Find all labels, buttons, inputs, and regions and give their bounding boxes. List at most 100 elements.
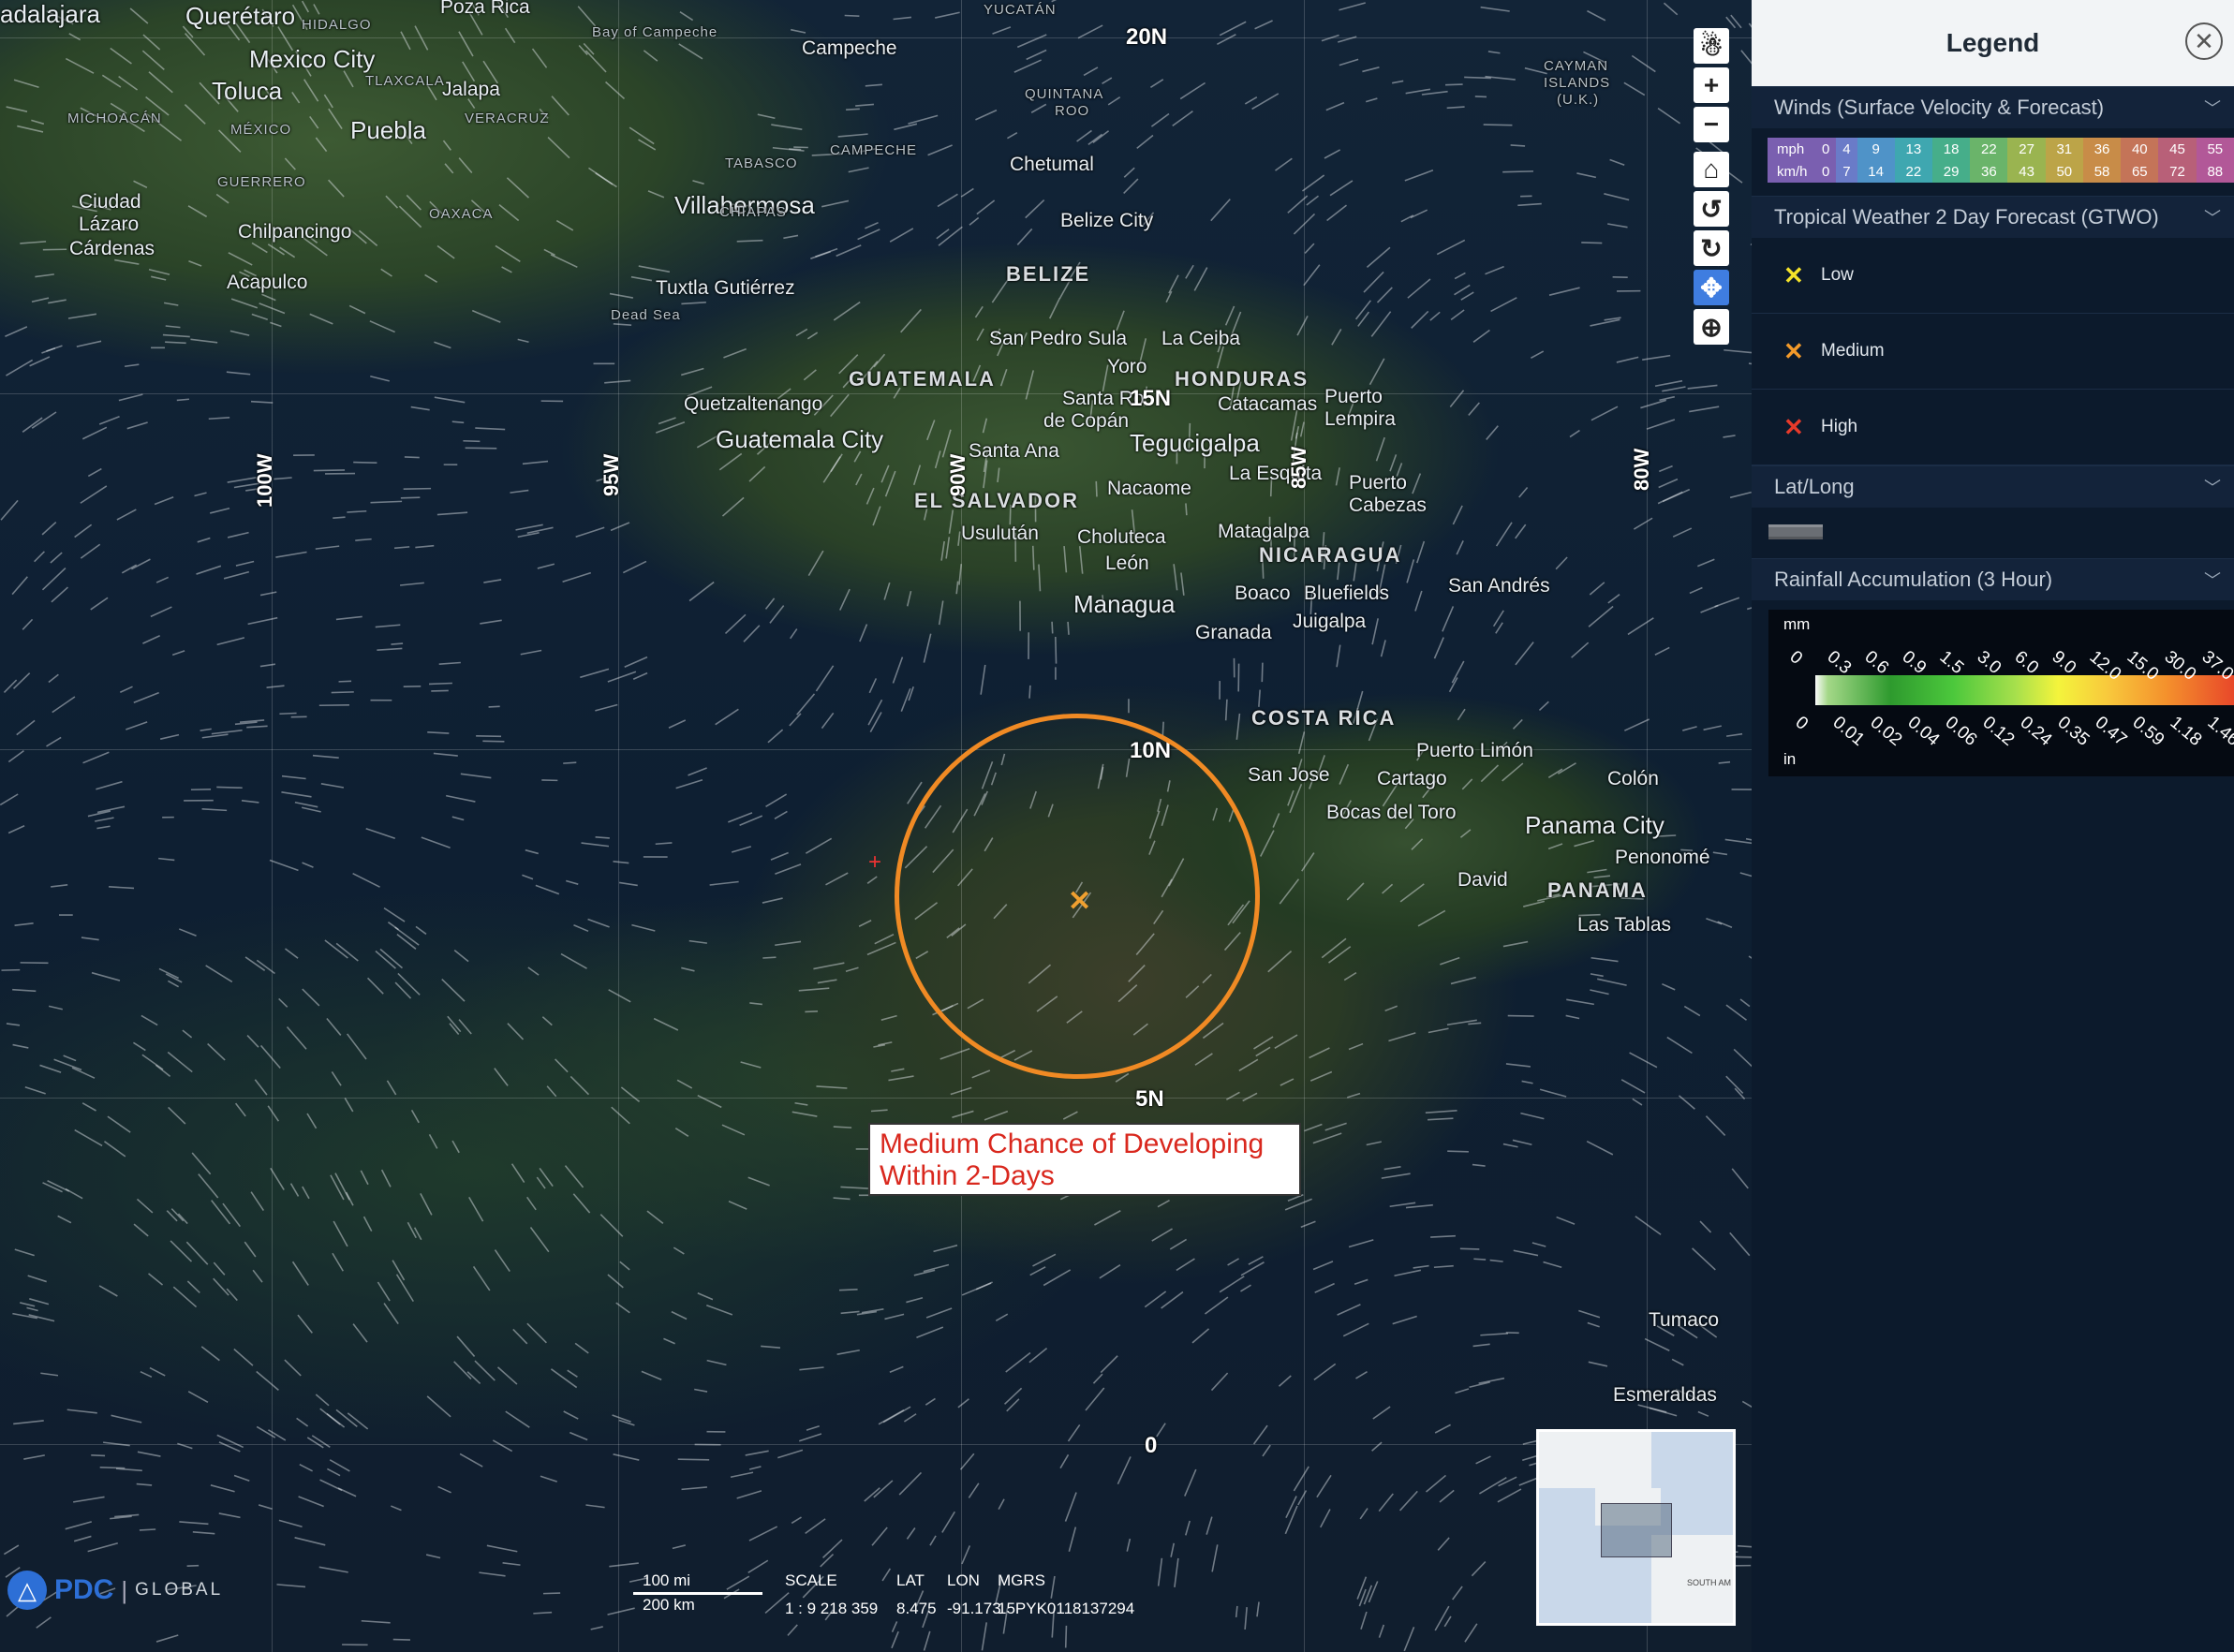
wind-streak [244,1241,257,1258]
wind-streak [261,293,276,302]
wind-streak [444,163,454,174]
wind-streak [436,244,455,259]
wind-streak [48,299,67,304]
wind-streak [309,115,319,129]
wind-streak [631,923,656,932]
wind-streak [0,793,19,806]
wind-streak [1578,1309,1601,1319]
wind-streak [1123,178,1139,194]
wind-streak [898,1471,923,1496]
wind-streak [900,308,922,333]
wind-streak [171,650,185,656]
wind-streak [526,526,554,535]
wind-streak [730,1471,754,1479]
wind-streak [908,114,939,125]
rotate-right-icon[interactable]: ↻ [1694,230,1729,266]
rainfall-section-header[interactable]: Rainfall Accumulation (3 Hour) ﹀ [1752,558,2234,600]
wind-streak [48,1005,63,1010]
wind-streak [1443,1615,1452,1628]
wind-streak [63,1055,77,1062]
mph-value: 45 [2158,138,2197,160]
wind-streak [301,0,310,13]
wind-streak [1381,1173,1411,1179]
wind-streak [705,1304,733,1316]
wind-streak [1227,1258,1239,1266]
wind-streak [65,57,95,74]
wind-streak [207,1042,226,1061]
wind-streak [179,1521,209,1526]
wind-streak [1030,103,1047,113]
pdc-logo-icon: △ [7,1571,47,1610]
wind-streak [168,980,180,988]
wind-streak [865,487,875,505]
wind-streak [613,861,629,864]
wind-streak [638,265,671,273]
rotate-left-icon[interactable]: ↺ [1694,191,1729,227]
medium-storm-marker-icon[interactable]: ✕ [1068,888,1091,916]
wind-streak [1457,708,1466,721]
zoom-in-icon[interactable]: + [1694,67,1729,103]
wind-streak [668,719,687,729]
wind-streak [1244,96,1258,105]
overview-minimap[interactable]: SOUTH AM [1536,1429,1736,1626]
wind-streak [878,1041,893,1046]
wind-streak [39,1064,62,1073]
zoom-out-icon[interactable]: − [1694,107,1729,142]
region-label: MÉXICO [230,122,292,138]
wind-streak [184,104,206,125]
wind-streak [1646,419,1676,430]
wind-streak [320,783,345,789]
wind-streak [540,1475,557,1482]
wind-streak [460,773,492,779]
wind-streak [241,800,259,804]
wind-streak [1068,1527,1077,1552]
wind-streak [1434,1605,1450,1631]
home-icon[interactable]: ⌂ [1694,152,1729,187]
wind-streak [1411,838,1424,850]
wind-streak [1077,24,1103,39]
wind-streak [724,613,747,635]
region-label: HIDALGO [302,17,372,33]
wind-streak [620,1086,641,1103]
wind-streak [1331,329,1342,346]
pan-icon[interactable]: ✥ [1694,270,1729,305]
wind-streak [1587,868,1607,874]
close-icon[interactable]: ✕ [2185,22,2223,60]
wind-streak [1479,1477,1507,1495]
wind-streak [999,368,1008,387]
wind-streak [1497,1488,1522,1503]
wind-streak [798,987,830,992]
wind-streak [1640,399,1667,409]
wind-streak [1346,882,1365,901]
wind-streak [522,460,549,465]
wind-streak [141,1054,164,1070]
wind-streak [580,668,610,679]
wind-streak [535,884,560,895]
zoom-box-icon[interactable]: ⊕ [1694,309,1729,345]
wind-streak [294,1537,326,1546]
gtwo-list: ✕ Low ✕ Medium ✕ High [1752,238,2234,465]
wind-streak [795,328,808,337]
wind-streak [992,26,1012,35]
wind-streak [1490,297,1517,313]
street-view-icon[interactable]: ☃ [1694,28,1729,64]
wind-streak [855,103,874,107]
gtwo-section-header[interactable]: Tropical Weather 2 Day Forecast (GTWO) ﹀ [1752,196,2234,238]
winds-section-header[interactable]: Winds (Surface Velocity & Forecast) ﹀ [1752,86,2234,128]
map-canvas[interactable]: adalajara Querétaro Poza Rica Mexico City To… [0,0,1752,1652]
wind-streak [1412,473,1422,494]
wind-streak [259,1044,281,1069]
wind-streak [256,1370,279,1391]
city-label: Panama City [1525,811,1664,839]
longitude-label: 80W [1630,448,1653,491]
wind-streak [907,781,923,804]
wind-streak [1659,395,1676,402]
minimap-viewport[interactable] [1601,1503,1672,1557]
wind-streak [291,1261,309,1286]
wind-streak [1405,88,1431,95]
longitude-label: 85W [1287,446,1310,489]
latlong-section-header[interactable]: Lat/Long ﹀ [1752,465,2234,508]
wind-streak [980,664,986,695]
wind-streak [1314,1282,1335,1293]
wind-streak [611,1106,630,1125]
